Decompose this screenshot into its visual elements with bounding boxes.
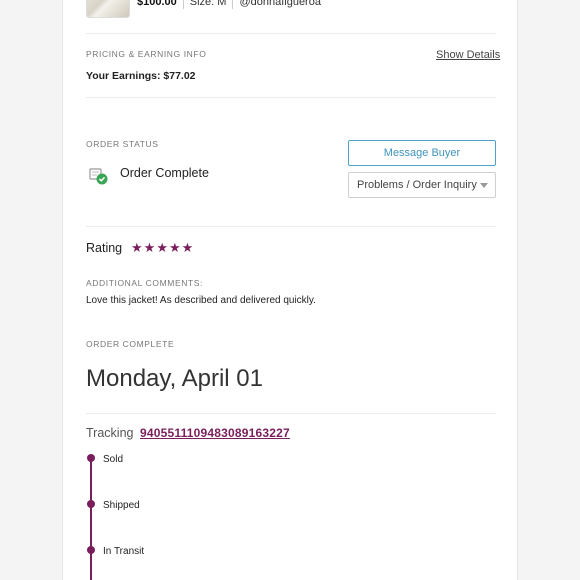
timeline-step-shipped: Shipped xyxy=(103,500,140,511)
your-earnings: Your Earnings: $77.02 xyxy=(86,70,196,82)
listing-price: $100.00 xyxy=(137,0,177,8)
timeline-dot xyxy=(87,454,95,462)
star-icon: ★ xyxy=(156,240,168,255)
tracking-timeline-line xyxy=(90,456,92,580)
divider xyxy=(86,97,496,98)
divider xyxy=(86,226,496,227)
star-icon: ★ xyxy=(131,240,143,255)
rating-stars: ★ ★ ★ ★ ★ xyxy=(131,241,193,255)
completion-date: Monday, April 01 xyxy=(86,365,263,392)
chevron-down-icon xyxy=(480,182,488,188)
additional-comments-label: ADDITIONAL COMMENTS: xyxy=(86,278,203,288)
timeline-step-in-transit: In Transit xyxy=(103,546,145,557)
divider xyxy=(86,413,496,414)
problems-inquiry-label: Problems / Order Inquiry xyxy=(357,179,477,191)
buyer-comment: Love this jacket! As described and deliv… xyxy=(86,295,316,306)
message-buyer-button[interactable]: Message Buyer xyxy=(348,140,496,166)
listing-size: Size: M xyxy=(189,0,227,8)
star-icon: ★ xyxy=(181,240,194,255)
order-complete-label: ORDER COMPLETE xyxy=(86,339,175,349)
show-details-link[interactable]: Show Details xyxy=(436,49,500,61)
listing-thumbnail[interactable] xyxy=(86,0,130,18)
tracking-label: Tracking xyxy=(86,426,134,440)
star-icon: ★ xyxy=(168,240,181,255)
tracking-number-link[interactable]: 9405511109483089163227 xyxy=(140,426,290,440)
order-details-card: $100.00 Size: M @donnafigueroa PRICING &… xyxy=(62,0,518,580)
order-complete-icon xyxy=(89,166,109,186)
listing-meta: $100.00 Size: M @donnafigueroa xyxy=(137,0,321,9)
timeline-dot xyxy=(87,500,95,508)
meta-divider xyxy=(232,0,234,9)
rating-label: Rating xyxy=(86,241,123,255)
pricing-section-label: PRICING & EARNING INFO xyxy=(86,49,207,59)
order-status-label: ORDER STATUS xyxy=(86,139,159,149)
divider xyxy=(86,33,496,34)
order-status-text: Order Complete xyxy=(120,166,209,180)
timeline-step-sold: Sold xyxy=(103,454,124,465)
problems-inquiry-select[interactable]: Problems / Order Inquiry xyxy=(348,172,496,198)
star-icon: ★ xyxy=(143,240,156,255)
timeline-dot xyxy=(87,546,95,554)
meta-divider xyxy=(182,0,184,9)
seller-handle[interactable]: @donnafigueroa xyxy=(239,0,321,8)
